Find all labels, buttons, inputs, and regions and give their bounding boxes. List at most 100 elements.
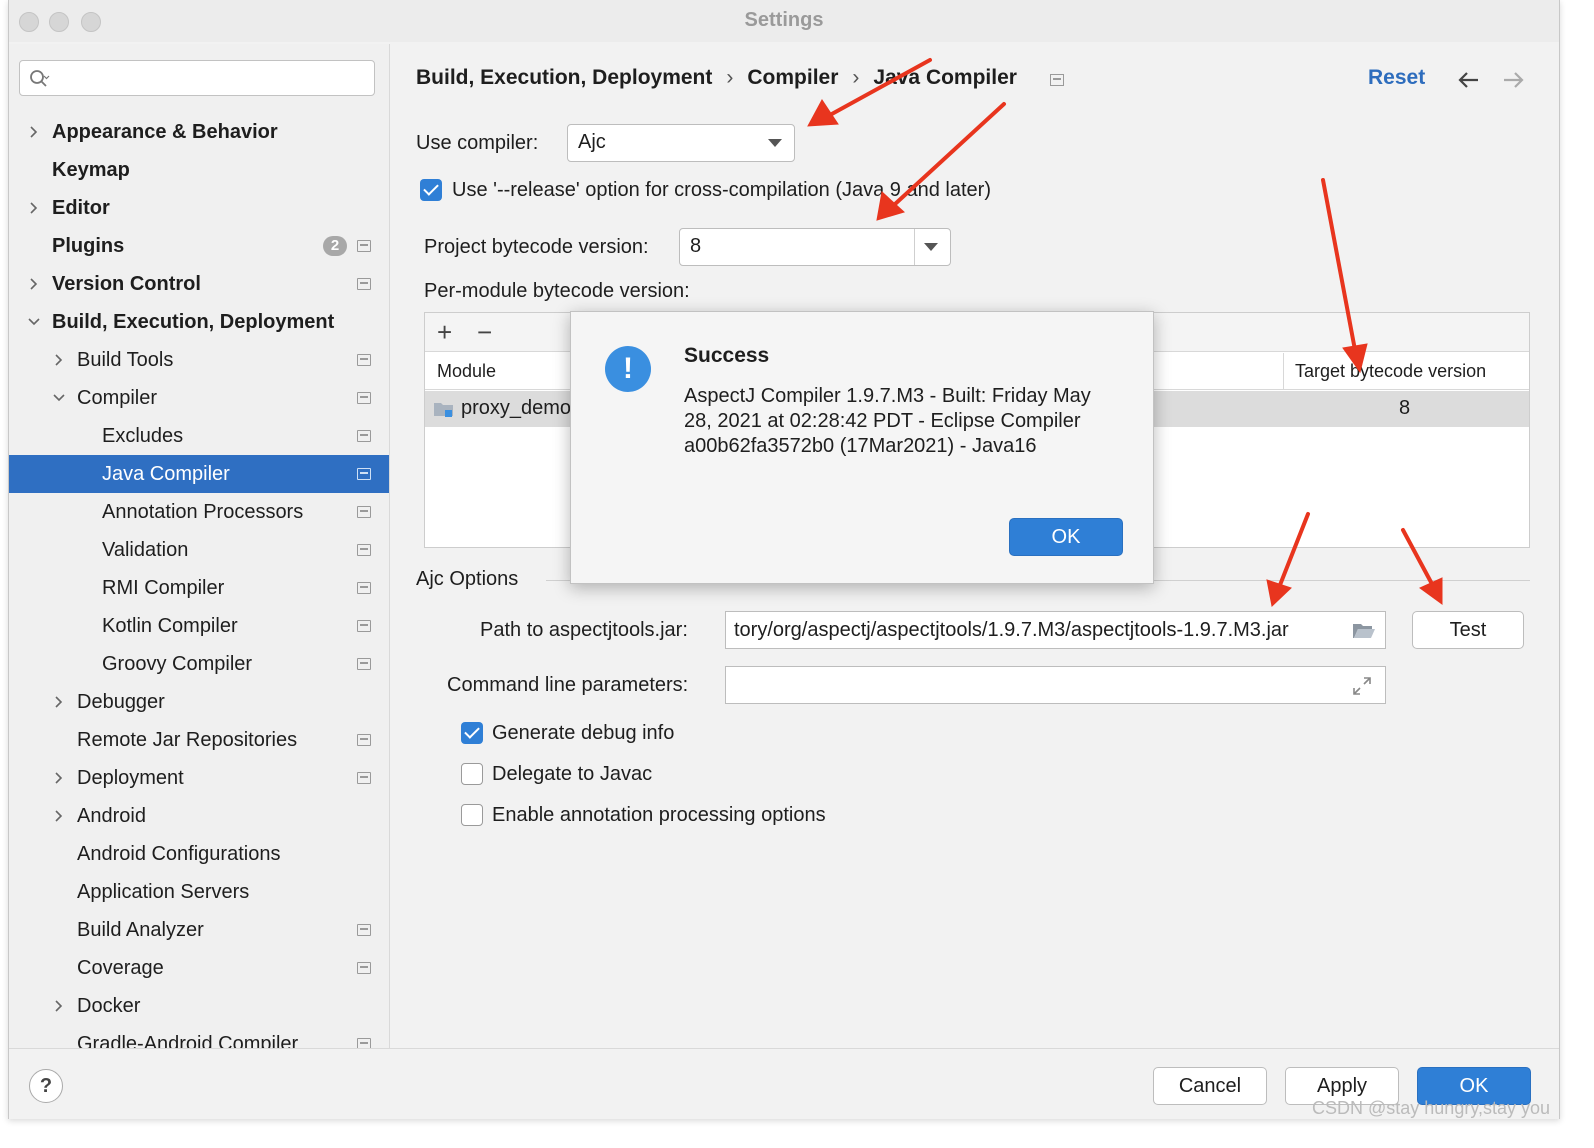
column-header-target[interactable]: Target bytecode version	[1295, 353, 1486, 389]
chevron-right-icon[interactable]	[27, 277, 41, 291]
project-settings-icon	[357, 430, 371, 442]
arrow-left-icon[interactable]	[1456, 68, 1482, 92]
watermark: CSDN @stay hungry,stay you	[1312, 1098, 1551, 1118]
command-line-label: Command line parameters:	[447, 674, 689, 696]
test-button[interactable]: Test	[1412, 611, 1524, 649]
sidebar-item-debugger[interactable]: Debugger	[9, 683, 389, 721]
title-bar: Settings	[9, 0, 1559, 42]
aspectj-path-input[interactable]: tory/org/aspectj/aspectjtools/1.9.7.M3/a…	[725, 611, 1386, 649]
sidebar-item-build-analyzer[interactable]: Build Analyzer	[9, 911, 389, 949]
target-version-cell[interactable]: 8	[1399, 397, 1410, 420]
generate-debug-label: Generate debug info	[492, 722, 675, 744]
sidebar-item-label: Appearance & Behavior	[52, 121, 278, 143]
sidebar-item-label: Android	[77, 805, 146, 827]
bytecode-version-select[interactable]: 8	[679, 228, 951, 266]
release-option-checkbox[interactable]	[420, 179, 442, 201]
breadcrumb-item: Java Compiler	[873, 66, 1017, 89]
use-compiler-label: Use compiler:	[416, 132, 539, 154]
sidebar-item-build-tools[interactable]: Build Tools	[9, 341, 389, 379]
sidebar-item-label: Application Servers	[77, 881, 250, 903]
breadcrumb-separator: ›	[852, 66, 860, 89]
sidebar-item-label: Docker	[77, 995, 141, 1017]
sidebar-item-label: Validation	[102, 539, 189, 561]
sidebar-item-docker[interactable]: Docker	[9, 987, 389, 1025]
sidebar-item-label: Kotlin Compiler	[102, 615, 238, 637]
combo-divider	[914, 229, 915, 265]
project-settings-icon	[357, 734, 371, 746]
sidebar-item-annotation-processors[interactable]: Annotation Processors	[9, 493, 389, 531]
sidebar-item-kotlin-compiler[interactable]: Kotlin Compiler	[9, 607, 389, 645]
search-input[interactable]	[19, 60, 375, 96]
dialog-ok-button[interactable]: OK	[1009, 518, 1123, 556]
expand-icon[interactable]	[1352, 676, 1372, 696]
use-compiler-select[interactable]: Ajc	[567, 124, 795, 162]
sidebar-item-version-control[interactable]: Version Control	[9, 265, 389, 303]
sidebar-item-deployment[interactable]: Deployment	[9, 759, 389, 797]
cancel-button[interactable]: Cancel	[1153, 1067, 1267, 1105]
breadcrumb-item[interactable]: Compiler	[747, 66, 838, 89]
chevron-right-icon[interactable]	[52, 353, 66, 367]
arrow-right-icon[interactable]	[1500, 68, 1526, 92]
sidebar-item-label: Android Configurations	[77, 843, 281, 865]
sidebar-item-editor[interactable]: Editor	[9, 189, 389, 227]
sidebar-item-label: Java Compiler	[102, 463, 230, 485]
sidebar-item-application-servers[interactable]: Application Servers	[9, 873, 389, 911]
sidebar-item-validation[interactable]: Validation	[9, 531, 389, 569]
sidebar-item-label: Version Control	[52, 273, 201, 295]
sidebar-item-appearance-behavior[interactable]: Appearance & Behavior	[9, 113, 389, 151]
bytecode-version-value: 8	[690, 235, 702, 257]
settings-sidebar: Appearance & Behavior Keymap Editor Plug…	[9, 44, 390, 1048]
generate-debug-checkbox[interactable]	[461, 722, 483, 744]
sidebar-item-excludes[interactable]: Excludes	[9, 417, 389, 455]
command-line-input[interactable]	[725, 666, 1386, 704]
chevron-right-icon[interactable]	[52, 809, 66, 823]
sidebar-item-android[interactable]: Android	[9, 797, 389, 835]
chevron-down-icon[interactable]	[27, 315, 41, 329]
sidebar-item-label: Deployment	[77, 767, 184, 789]
column-header-module[interactable]: Module	[437, 353, 496, 389]
add-module-button[interactable]: +	[437, 317, 452, 348]
annotation-processing-label: Enable annotation processing options	[492, 804, 826, 826]
dialog-message: AspectJ Compiler 1.9.7.M3 - Built: Frida…	[684, 385, 1091, 457]
folder-open-icon[interactable]	[1352, 621, 1376, 641]
chevron-down-icon	[924, 243, 938, 251]
breadcrumb-item[interactable]: Build, Execution, Deployment	[416, 66, 712, 89]
bytecode-version-label: Project bytecode version:	[424, 236, 649, 258]
sidebar-item-compiler[interactable]: Compiler	[9, 379, 389, 417]
reset-link[interactable]: Reset	[1368, 66, 1425, 90]
annotation-processing-checkbox[interactable]	[461, 804, 483, 826]
remove-module-button[interactable]: −	[477, 317, 492, 348]
sidebar-item-plugins[interactable]: Plugins 2	[9, 227, 389, 265]
sidebar-item-coverage[interactable]: Coverage	[9, 949, 389, 987]
project-settings-icon	[357, 772, 371, 784]
use-compiler-value: Ajc	[578, 131, 606, 153]
search-icon	[30, 70, 50, 87]
sidebar-item-gradle-android-compiler[interactable]: Gradle-Android Compiler	[9, 1025, 389, 1048]
sidebar-item-label: Editor	[52, 197, 110, 219]
info-exclamation-icon: !	[605, 346, 651, 392]
chevron-right-icon[interactable]	[27, 125, 41, 139]
aspectj-path-label: Path to aspectjtools.jar:	[480, 619, 688, 641]
chevron-right-icon[interactable]	[52, 771, 66, 785]
chevron-down-icon[interactable]	[52, 391, 66, 405]
sidebar-item-label: Keymap	[52, 159, 130, 181]
sidebar-item-keymap[interactable]: Keymap	[9, 151, 389, 189]
project-settings-icon	[357, 506, 371, 518]
module-folder-icon	[434, 403, 453, 417]
breadcrumb-separator: ›	[726, 66, 734, 89]
chevron-right-icon[interactable]	[52, 695, 66, 709]
sidebar-item-android-configurations[interactable]: Android Configurations	[9, 835, 389, 873]
chevron-right-icon[interactable]	[27, 201, 41, 215]
project-settings-icon	[357, 962, 371, 974]
sidebar-item-remote-jar-repositories[interactable]: Remote Jar Repositories	[9, 721, 389, 759]
chevron-right-icon[interactable]	[52, 999, 66, 1013]
project-settings-icon	[357, 278, 371, 290]
sidebar-item-label: Excludes	[102, 425, 184, 447]
sidebar-item-java-compiler[interactable]: Java Compiler	[9, 455, 389, 493]
help-button[interactable]: ?	[29, 1069, 63, 1103]
sidebar-item-build-execution-deployment[interactable]: Build, Execution, Deployment	[9, 303, 389, 341]
dialog-title: Success	[684, 344, 770, 367]
sidebar-item-rmi-compiler[interactable]: RMI Compiler	[9, 569, 389, 607]
sidebar-item-groovy-compiler[interactable]: Groovy Compiler	[9, 645, 389, 683]
delegate-javac-checkbox[interactable]	[461, 763, 483, 785]
